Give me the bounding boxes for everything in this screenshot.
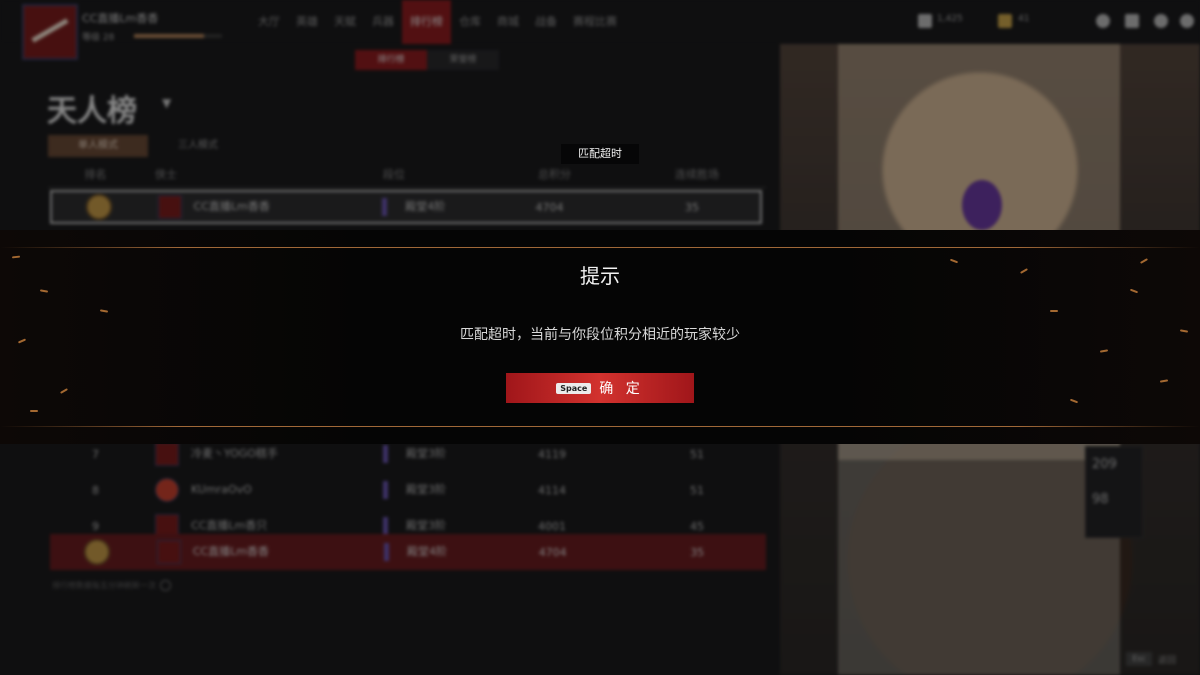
confirm-label: 确 定	[599, 381, 644, 397]
ember-particle	[30, 410, 38, 412]
ember-particle	[1159, 379, 1169, 383]
ember-particle	[60, 388, 68, 394]
dialog-border-top	[0, 247, 1200, 248]
ember-particle	[1129, 288, 1139, 294]
dialog-title: 提示	[580, 264, 620, 288]
ember-particle	[1099, 349, 1109, 353]
dialog-border-bottom	[0, 426, 1200, 427]
ember-particle	[1069, 398, 1079, 404]
dialog-message: 匹配超时，当前与你段位积分相近的玩家较少	[460, 327, 740, 343]
ember-particle	[39, 289, 49, 293]
ember-particle	[11, 255, 21, 259]
match-timeout-toast: 匹配超时	[561, 144, 639, 164]
space-key-hint: Space	[556, 382, 592, 394]
ember-particle	[99, 309, 109, 313]
ember-particle	[1050, 310, 1058, 312]
confirm-button[interactable]: Space 确 定	[506, 373, 694, 403]
prompt-dialog: 提示 匹配超时，当前与你段位积分相近的玩家较少 Space 确 定	[0, 230, 1200, 444]
